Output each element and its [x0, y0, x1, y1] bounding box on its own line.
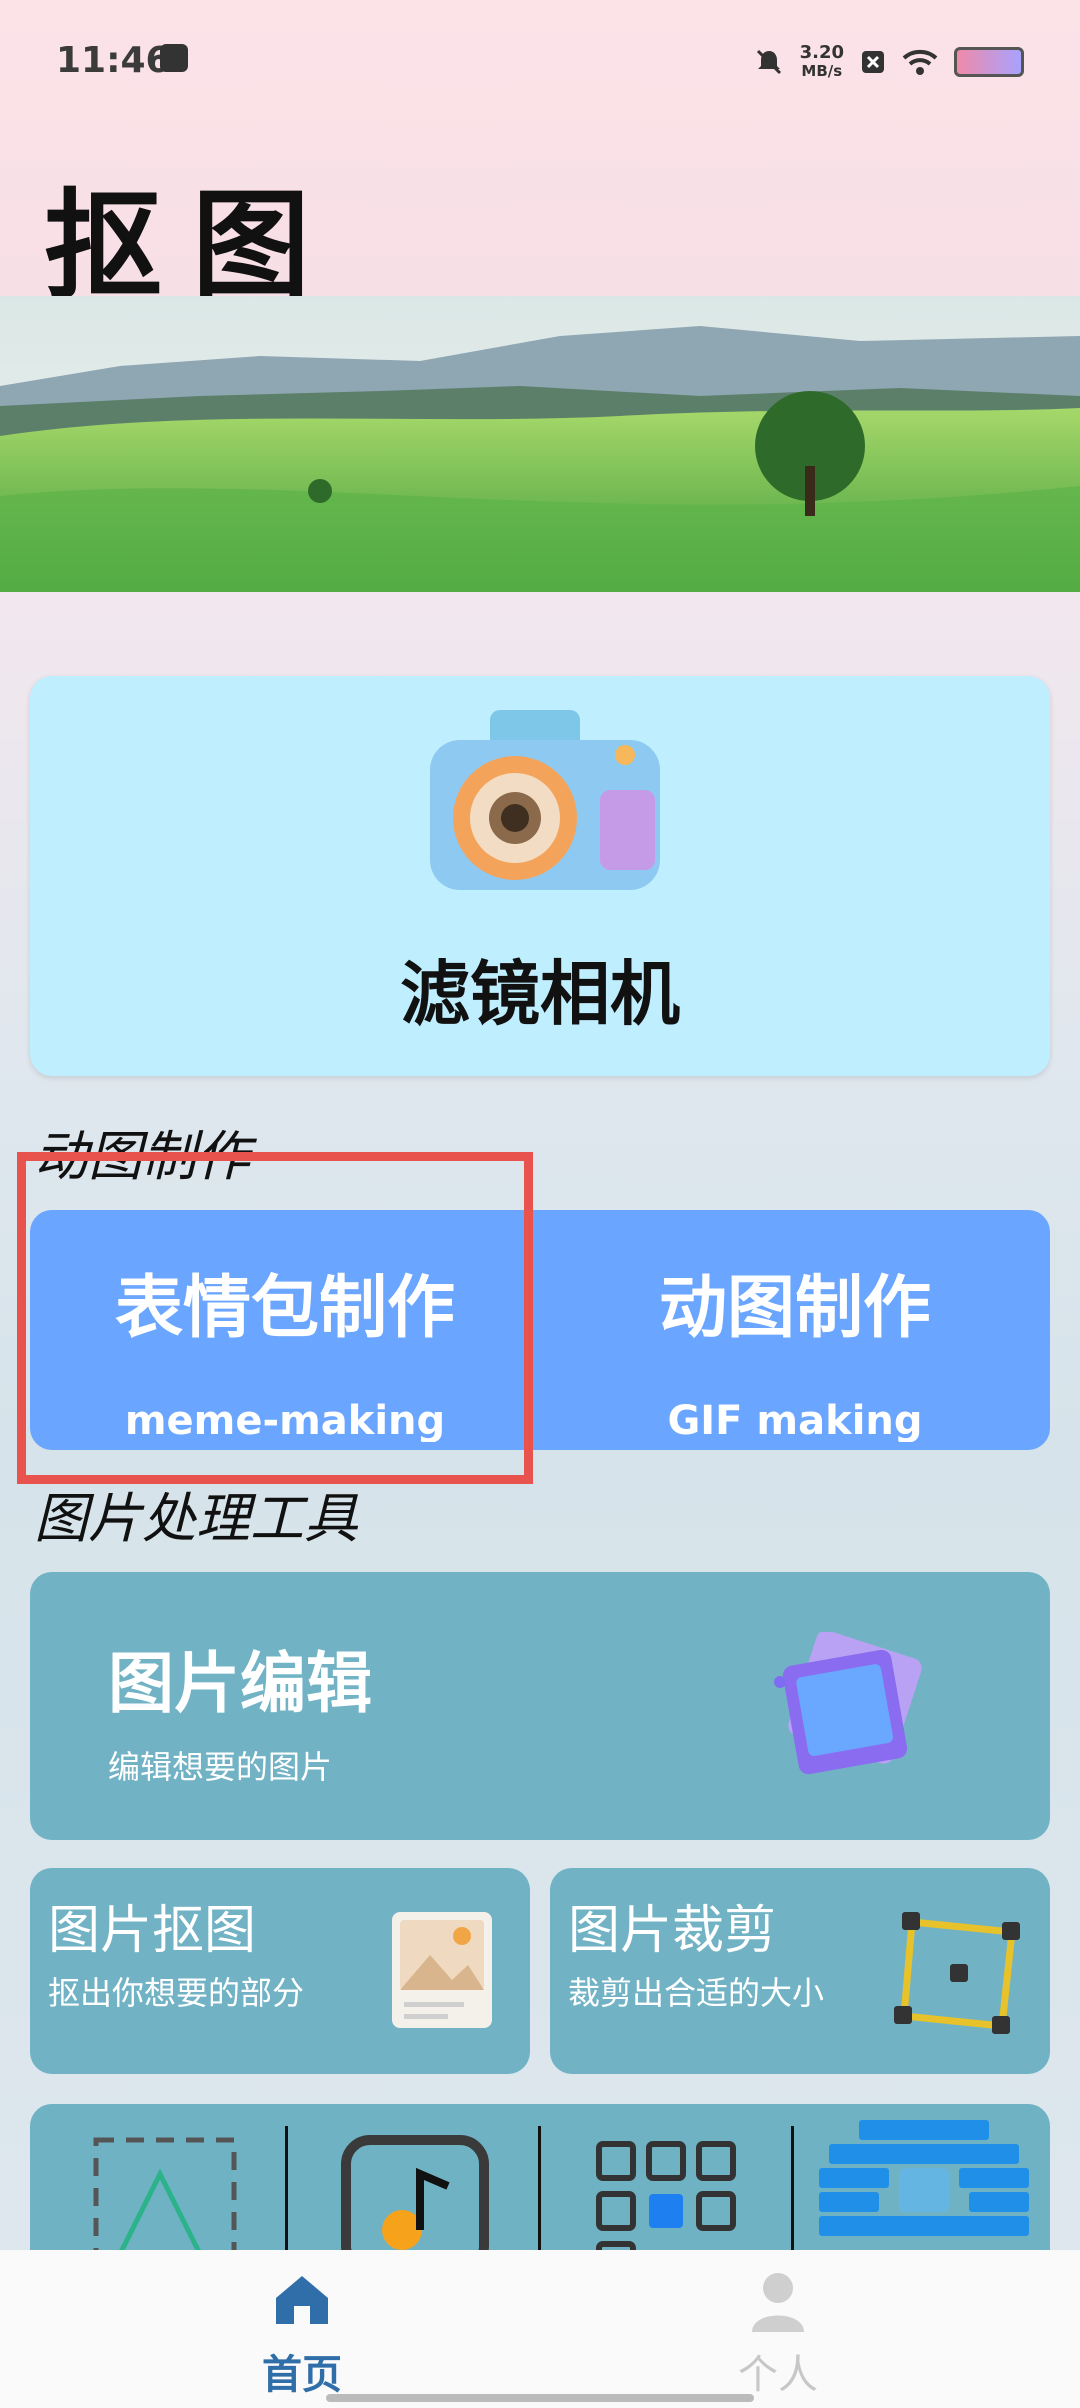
crop-icon [894, 1912, 1020, 2034]
gif-making-subtitle: GIF making [667, 1398, 923, 1442]
image-cutout-subtitle: 抠出你想要的部分 [48, 1974, 305, 2012]
photo-frame-icon [774, 1632, 922, 1775]
pixel-art-icon [819, 2120, 1029, 2236]
image-cutout-card[interactable]: 图片抠图 抠出你想要的部分 [30, 1868, 530, 2074]
person-icon [752, 2273, 804, 2332]
home-indicator [326, 2394, 754, 2402]
status-bar: 11:46 3.20 MB/s [0, 0, 1080, 120]
nav-home-label: 首页 [262, 2352, 342, 2398]
nav-home[interactable]: 首页 [32, 2250, 572, 2408]
image-crop-card[interactable]: 图片裁剪 裁剪出合适的大小 [550, 1868, 1050, 2074]
notification-icon [160, 44, 188, 72]
crop-select-icon [93, 2137, 237, 2254]
picture-icon [392, 1912, 492, 2028]
network-speed: 3.20 MB/s [799, 42, 844, 81]
image-cutout-title: 图片抠图 [48, 1901, 257, 1961]
landscape-banner [0, 296, 1080, 592]
home-icon [276, 2276, 328, 2324]
nav-profile[interactable]: 个人 [508, 2250, 1048, 2408]
image-crop-subtitle: 裁剪出合适的大小 [568, 1974, 825, 2012]
tools-row [30, 2104, 1050, 2254]
tool-music[interactable] [288, 2104, 543, 2254]
image-edit-title: 图片编辑 [108, 1645, 372, 1722]
image-crop-title: 图片裁剪 [568, 1901, 777, 1961]
grid-icon [596, 2141, 736, 2254]
nav-profile-label: 个人 [738, 2352, 818, 2398]
camera-icon [430, 710, 660, 890]
bottom-navigation: 首页 个人 [0, 2250, 1080, 2408]
image-edit-subtitle: 编辑想要的图片 [108, 1748, 333, 1786]
gif-making-title: 动图制作 [658, 1269, 931, 1348]
tool-crop-select[interactable] [30, 2104, 285, 2254]
sim-off-icon [862, 51, 884, 73]
battery-icon [954, 47, 1024, 77]
wifi-icon [902, 49, 938, 75]
section-title-tools: 图片处理工具 [34, 1487, 358, 1550]
mute-bell-icon [756, 49, 781, 75]
selection-highlight [17, 1152, 533, 1484]
gif-making-button[interactable]: 动图制作 GIF making [540, 1210, 1050, 1450]
image-edit-card[interactable]: 图片编辑 编辑想要的图片 [30, 1572, 1050, 1840]
music-note-icon [341, 2135, 489, 2254]
tool-pixel[interactable] [794, 2104, 1049, 2254]
tool-grid[interactable] [541, 2104, 796, 2254]
status-time: 11:46 [56, 40, 171, 81]
filter-camera-card[interactable]: 滤镜相机 [30, 676, 1050, 1076]
filter-camera-label: 滤镜相机 [400, 953, 680, 1035]
